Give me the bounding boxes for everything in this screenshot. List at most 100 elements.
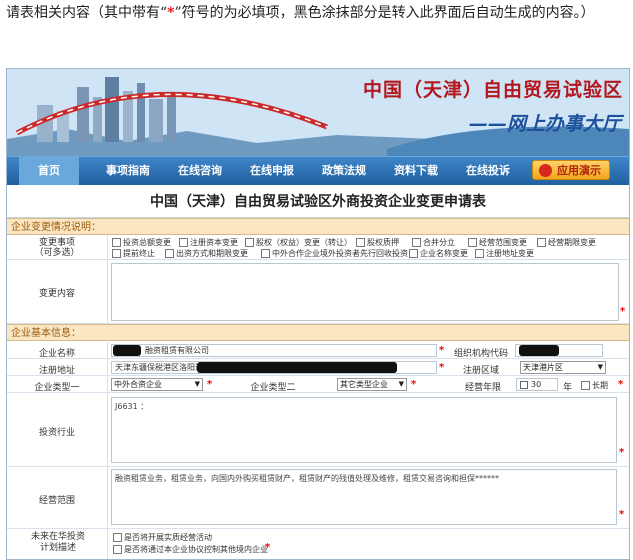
site-banner: 中国（天津）自由贸易试验区 ——网上办事大厅 bbox=[7, 69, 629, 156]
instruction-after: ”符号的为必填项，黑色涂抹部分是转入此界面后自动生成的内容。） bbox=[174, 5, 595, 21]
checkbox-vie-control[interactable]: 是否将通过本企业协议控制其他境内企业 bbox=[113, 544, 268, 555]
term-label: 经营年限 bbox=[464, 383, 501, 393]
required-mark: * bbox=[411, 379, 417, 390]
investment-plan-row: 未来在华投资 计划描述 是否将开展实质经营活动 是否将通过本企业协议控制其他境内… bbox=[7, 529, 629, 559]
industry-row: 投资行业 J6631 ： * bbox=[7, 393, 629, 467]
nav-home[interactable]: 首页 bbox=[19, 157, 79, 185]
checkbox-cooperative-recovery[interactable]: 中外合作企业境外投资者先行回收投资 bbox=[261, 248, 408, 259]
instruction-text: 请表相关内容（其中带有“*”符号的为必填项，黑色涂抹部分是转入此界面后自动生成的… bbox=[6, 2, 628, 24]
change-items-row: 变更事项 （可多选） 投资总额变更 注册资本变更 股权（权益）变更（转让） 股权… bbox=[7, 235, 629, 260]
demo-icon bbox=[539, 164, 552, 177]
banner-title: 中国（天津）自由贸易试验区 bbox=[362, 79, 623, 101]
change-items-label-line2: （可多选） bbox=[34, 248, 80, 258]
change-content-row: 变更内容 * bbox=[7, 260, 629, 324]
type1-select[interactable]: 中外合资企业 ▼ bbox=[111, 378, 203, 391]
checkbox-contribution-method[interactable]: 出资方式和期限变更 bbox=[165, 248, 248, 259]
reg-area-select[interactable]: 天津港片区 ▼ bbox=[520, 361, 606, 374]
plan-label-line2: 计划描述 bbox=[39, 543, 76, 553]
divider bbox=[107, 342, 108, 359]
change-content-textarea[interactable] bbox=[111, 263, 619, 321]
checkbox-business-scope[interactable]: 经营范围变更 bbox=[468, 237, 527, 248]
divider bbox=[107, 376, 108, 393]
industry-value: J6631 ： bbox=[115, 402, 149, 411]
nav-guide[interactable]: 事项指南 bbox=[93, 157, 163, 185]
reg-address-value: 天津东疆保税港区洛阳道 bbox=[115, 363, 203, 372]
divider bbox=[107, 359, 108, 376]
instruction-before: 请表相关内容（其中带有“ bbox=[6, 5, 168, 21]
banner-subtitle: ——网上办事大厅 bbox=[468, 113, 621, 135]
scope-label: 经营范围 bbox=[38, 496, 75, 506]
required-mark: * bbox=[439, 362, 445, 373]
redacted-block bbox=[197, 362, 397, 373]
company-name-input[interactable]: 融资租赁有限公司 bbox=[111, 344, 437, 357]
long-term-checkbox[interactable]: 长期 bbox=[581, 380, 608, 391]
type2-value: 其它类型企业 bbox=[340, 380, 388, 389]
checkbox-equity-transfer[interactable]: 股权（权益）变更（转让） bbox=[245, 237, 352, 248]
industry-textarea[interactable]: J6631 ： bbox=[111, 397, 617, 463]
screenshot-frame: 中国（天津）自由贸易试验区 ——网上办事大厅 首页 事项指南 在线咨询 在线申报… bbox=[6, 68, 630, 560]
plan-label-line1: 未来在华投资 bbox=[30, 532, 85, 542]
required-mark: * bbox=[207, 379, 213, 390]
form-title: 中国（天津）自由贸易试验区外商投资企业变更申请表 bbox=[7, 187, 629, 218]
reg-address-label: 注册地址 bbox=[38, 366, 75, 376]
demo-label: 应用演示 bbox=[557, 164, 601, 177]
scope-value: 融资租赁业务，租赁业务，向国内外购买租赁财产，租赁财产的残值处理及维修，租赁交易… bbox=[115, 474, 499, 483]
type1-value: 中外合资企业 bbox=[114, 380, 162, 389]
term-checkbox[interactable] bbox=[520, 380, 528, 389]
company-name-value: 融资租赁有限公司 bbox=[145, 346, 209, 355]
checkbox-early-termination[interactable]: 提前终止 bbox=[112, 248, 155, 259]
plan-label: 未来在华投资 计划描述 bbox=[27, 532, 89, 554]
redacted-block bbox=[113, 345, 141, 356]
type2-select[interactable]: 其它类型企业 ▼ bbox=[337, 378, 407, 391]
company-name-label: 企业名称 bbox=[38, 349, 75, 359]
checkbox-business-term[interactable]: 经营期限变更 bbox=[537, 237, 596, 248]
type1-label: 企业类型一 bbox=[34, 383, 80, 393]
industry-label: 投资行业 bbox=[38, 428, 75, 438]
address-row: 注册地址 天津东疆保税港区洛阳道 * 注册区域 天津港片区 ▼ bbox=[7, 359, 629, 376]
reg-area-label: 注册区域 bbox=[462, 366, 499, 376]
nav-complaint[interactable]: 在线投诉 bbox=[453, 157, 523, 185]
required-mark: * bbox=[265, 542, 271, 553]
org-code-label: 组织机构代码 bbox=[453, 349, 508, 359]
section-change-header: 企业变更情况说明： bbox=[7, 218, 629, 235]
divider bbox=[107, 393, 108, 467]
nav-consult[interactable]: 在线咨询 bbox=[165, 157, 235, 185]
checkbox-registered-capital[interactable]: 注册资本变更 bbox=[179, 237, 238, 248]
nav-policy[interactable]: 政策法规 bbox=[309, 157, 379, 185]
change-content-label: 变更内容 bbox=[38, 289, 75, 299]
redacted-block bbox=[519, 345, 559, 356]
change-items-label: 变更事项 （可多选） bbox=[27, 238, 87, 258]
checkbox-total-investment[interactable]: 投资总额变更 bbox=[112, 237, 171, 248]
nav-apply[interactable]: 在线申报 bbox=[237, 157, 307, 185]
term-unit: 年 bbox=[563, 383, 573, 393]
demo-button[interactable]: 应用演示 bbox=[532, 160, 610, 180]
type2-label: 企业类型二 bbox=[250, 383, 296, 393]
change-items-label-line1: 变更事项 bbox=[38, 238, 75, 248]
divider bbox=[107, 260, 108, 324]
required-mark: * bbox=[618, 379, 624, 390]
divider bbox=[107, 467, 108, 529]
scope-row: 经营范围 融资租赁业务，租赁业务，向国内外购买租赁财产，租赁财产的残值处理及维修… bbox=[7, 467, 629, 529]
reg-area-value: 天津港片区 bbox=[523, 363, 563, 372]
term-input[interactable]: 30 bbox=[516, 378, 558, 391]
checkbox-equity-pledge[interactable]: 股权质押 bbox=[356, 237, 399, 248]
required-star: * bbox=[167, 5, 175, 21]
divider bbox=[107, 529, 108, 559]
checkbox-registered-address[interactable]: 注册地址变更 bbox=[475, 248, 534, 259]
section-basic-info-header: 企业基本信息： bbox=[7, 324, 629, 341]
nav-download[interactable]: 资料下载 bbox=[381, 157, 451, 185]
checkbox-company-name[interactable]: 企业名称变更 bbox=[409, 248, 468, 259]
divider bbox=[107, 235, 108, 260]
term-value: 30 bbox=[531, 380, 542, 389]
company-name-row: 企业名称 融资租赁有限公司 * 组织机构代码 bbox=[7, 342, 629, 359]
checkbox-substantive-operation[interactable]: 是否将开展实质经营活动 bbox=[113, 532, 212, 543]
chevron-down-icon: ▼ bbox=[194, 380, 200, 388]
required-mark: * bbox=[619, 447, 625, 458]
scope-textarea[interactable]: 融资租赁业务，租赁业务，向国内外购买租赁财产，租赁财产的残值处理及维修，租赁交易… bbox=[111, 469, 617, 525]
required-mark: * bbox=[620, 306, 626, 317]
chevron-down-icon: ▼ bbox=[597, 363, 603, 371]
main-navigation: 首页 事项指南 在线咨询 在线申报 政策法规 资料下载 在线投诉 应用演示 bbox=[7, 156, 629, 185]
chevron-down-icon: ▼ bbox=[398, 380, 404, 388]
checkbox-merger-split[interactable]: 合并分立 bbox=[412, 237, 455, 248]
required-mark: * bbox=[619, 509, 625, 520]
